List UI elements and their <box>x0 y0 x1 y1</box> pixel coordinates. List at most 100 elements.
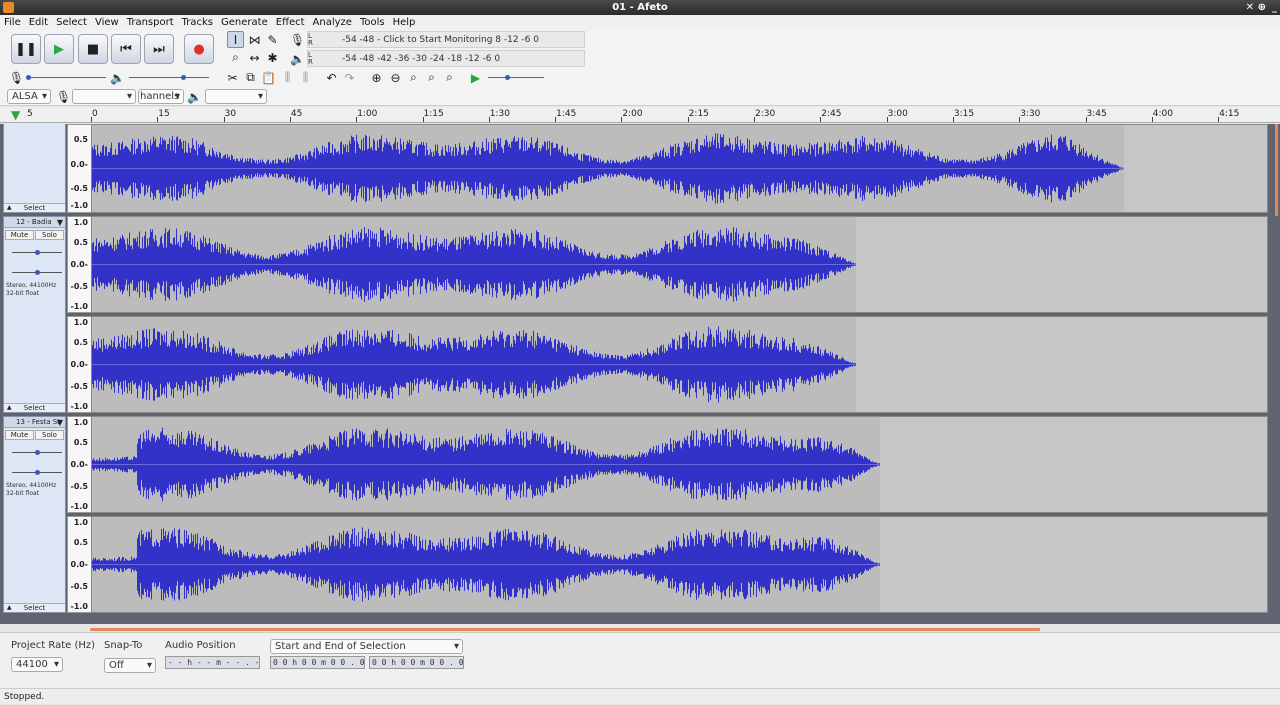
playback-volume-slider[interactable] <box>129 75 209 80</box>
redo-button[interactable]: ↷ <box>341 69 358 86</box>
zoom-toggle-button[interactable]: ⌕ <box>441 69 458 86</box>
stop-button[interactable]: ■ <box>78 34 108 64</box>
menu-effect[interactable]: Effect <box>276 17 305 28</box>
play-button[interactable]: ▶ <box>44 34 74 64</box>
record-volume-slider[interactable] <box>26 75 106 80</box>
horizontal-scrollbar[interactable] <box>90 628 1040 631</box>
copy-button[interactable]: ⧉ <box>242 69 259 86</box>
vertical-scrollbar[interactable] <box>1275 124 1278 216</box>
record-meter-button[interactable]: 🎙 <box>289 31 306 48</box>
track-select-button[interactable]: ▲ Select <box>4 603 65 612</box>
envelope-tool[interactable]: ⋈ <box>246 31 263 48</box>
collapse-icon[interactable]: ▲ <box>7 404 12 412</box>
audio-clip[interactable] <box>92 317 856 412</box>
ruler-tick-label: 2:00 <box>622 109 643 119</box>
record-button[interactable]: ● <box>184 34 214 64</box>
amp-label: -0.5 <box>70 582 89 591</box>
track-1-canvas[interactable] <box>91 124 1268 213</box>
menu-tools[interactable]: Tools <box>360 17 385 28</box>
playback-meter[interactable]: L R -54 -48 -42 -36 -30 -24 -18 -12 -6 0 <box>307 50 585 67</box>
skip-start-button[interactable]: ⏮ <box>111 34 141 64</box>
record-meter[interactable]: L R -54 -48 - Click to Start Monitoring … <box>307 31 585 48</box>
draw-tool[interactable]: ✎ <box>264 31 281 48</box>
collapse-icon[interactable]: ▲ <box>7 604 12 612</box>
zoom-out-button[interactable]: ⊖ <box>387 69 404 86</box>
snap-to-dropdown[interactable]: Off <box>104 658 156 673</box>
track-2-left-canvas[interactable] <box>91 216 1268 313</box>
mute-button[interactable]: Mute <box>5 430 34 440</box>
minimize-window-icon[interactable]: _ <box>1272 0 1277 15</box>
solo-button[interactable]: Solo <box>35 230 64 240</box>
track-name-button[interactable]: 12 - Badia <box>4 217 65 228</box>
gain-slider[interactable] <box>12 450 62 455</box>
amp-label: -0.5 <box>70 382 89 391</box>
close-window-icon[interactable]: ✕ <box>1246 0 1254 15</box>
time-shift-tool[interactable]: ↔ <box>246 49 263 66</box>
audio-clip[interactable] <box>92 417 880 512</box>
selection-mode-dropdown[interactable]: Start and End of Selection <box>270 639 463 654</box>
track-menu-icon[interactable]: ▼ <box>57 417 63 428</box>
menu-tracks[interactable]: Tracks <box>182 17 213 28</box>
amp-label: 0.0- <box>70 160 89 169</box>
audio-clip[interactable] <box>92 517 880 612</box>
project-rate-dropdown[interactable]: 44100 <box>11 657 63 672</box>
selection-start-field[interactable]: 0 0 h 0 0 m 0 0 . 0 0 0 s <box>270 656 365 669</box>
menu-help[interactable]: Help <box>393 17 416 28</box>
recording-channels-dropdown[interactable]: hannels <box>138 89 184 104</box>
track-menu-icon[interactable]: ▼ <box>57 217 63 228</box>
clipboard-icon: 📋 <box>261 70 276 85</box>
audio-position-field[interactable]: - - h - - m - - . - - - s <box>165 656 260 669</box>
silence-button[interactable]: ⫼ <box>297 69 314 86</box>
pan-slider[interactable] <box>12 270 62 275</box>
recording-device-dropdown[interactable] <box>72 89 136 104</box>
menu-select[interactable]: Select <box>56 17 87 28</box>
menu-bar: File Edit Select View Transport Tracks G… <box>0 15 1280 30</box>
play-at-speed-button[interactable]: ▶ <box>467 69 484 86</box>
playback-device-dropdown[interactable] <box>205 89 267 104</box>
menu-edit[interactable]: Edit <box>29 17 48 28</box>
fit-project-button[interactable]: ⌕ <box>423 69 440 86</box>
skip-end-button[interactable]: ⏭ <box>144 34 174 64</box>
audio-host-dropdown[interactable]: ALSA <box>7 89 51 104</box>
menu-analyze[interactable]: Analyze <box>313 17 352 28</box>
track-select-button[interactable]: ▲ Select <box>4 403 65 412</box>
maximize-window-icon[interactable]: ⊕ <box>1258 0 1266 15</box>
mute-button[interactable]: Mute <box>5 230 34 240</box>
track-3-left-canvas[interactable] <box>91 416 1268 513</box>
selection-tool[interactable]: I <box>227 31 244 48</box>
pan-slider[interactable] <box>12 470 62 475</box>
skip-start-icon: ⏮ <box>120 41 132 57</box>
fit-selection-button[interactable]: ⌕ <box>405 69 422 86</box>
track-name-button[interactable]: 13 - Festa St <box>4 417 65 428</box>
timeline-ruler[interactable]: ▼ 5 0 15 30 45 1:00 1:15 1:30 1:45 2:00 2:15 2:30 2… <box>0 107 1280 123</box>
track-area: ▲ Select 0.5 0.0- -0.5 -1.0 ✕ 12 - Badia … <box>0 124 1280 624</box>
menu-file[interactable]: File <box>4 17 21 28</box>
play-icon: ▶ <box>54 41 64 57</box>
zoom-in-button[interactable]: ⊕ <box>368 69 385 86</box>
collapse-icon[interactable]: ▲ <box>7 204 12 212</box>
menu-view[interactable]: View <box>95 17 119 28</box>
zoom-tool[interactable]: ⌕ <box>227 49 244 66</box>
menu-transport[interactable]: Transport <box>127 17 174 28</box>
play-speed-slider[interactable] <box>488 75 544 80</box>
cut-button[interactable]: ✂ <box>224 69 241 86</box>
track-2-right-canvas[interactable] <box>91 316 1268 413</box>
track-3-right-canvas[interactable] <box>91 516 1268 613</box>
play-meter-button[interactable]: 🔈 <box>289 50 306 67</box>
audio-clip[interactable] <box>92 125 1124 212</box>
paste-button[interactable]: 📋 <box>260 69 277 86</box>
solo-button[interactable]: Solo <box>35 430 64 440</box>
ruler-tick <box>555 117 557 122</box>
pause-button[interactable]: ❚❚ <box>11 34 41 64</box>
gain-slider[interactable] <box>12 250 62 255</box>
selection-end-field[interactable]: 0 0 h 0 0 m 0 0 . 0 0 0 s <box>369 656 464 669</box>
multi-tool[interactable]: ✱ <box>264 49 281 66</box>
waveform <box>92 527 880 602</box>
trim-button[interactable]: ⫼ <box>279 69 296 86</box>
play-head-icon[interactable]: ▼ <box>11 108 20 122</box>
ruler-tick-label: 1:00 <box>357 109 378 119</box>
menu-generate[interactable]: Generate <box>221 17 268 28</box>
audio-clip[interactable] <box>92 217 856 312</box>
track-select-button[interactable]: ▲ Select <box>4 203 65 212</box>
undo-button[interactable]: ↶ <box>323 69 340 86</box>
